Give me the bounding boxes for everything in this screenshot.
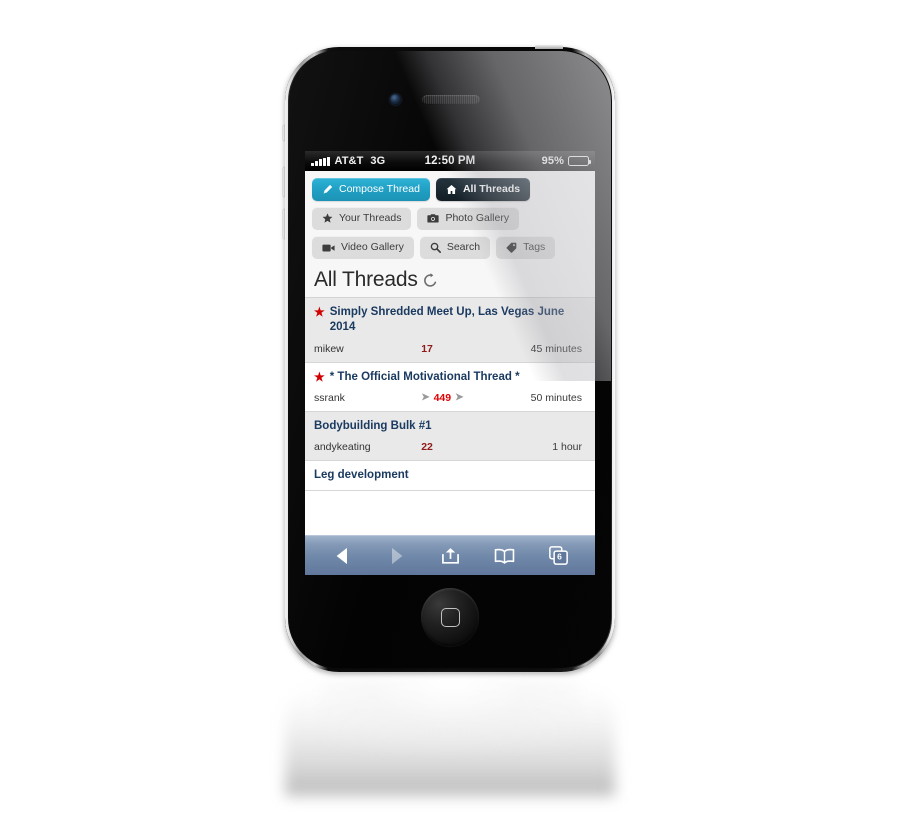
thread-title-row: ★ Simply Shredded Meet Up, Las Vegas Jun… xyxy=(314,305,586,336)
bookmarks-button[interactable] xyxy=(485,542,523,570)
video-camera-icon xyxy=(322,244,335,251)
safari-toolbar: 6 xyxy=(305,535,595,575)
thread-author: mikew xyxy=(314,342,344,355)
search-icon xyxy=(430,242,441,253)
star-icon: ★ xyxy=(314,305,325,319)
home-button[interactable] xyxy=(421,588,479,646)
all-threads-label: All Threads xyxy=(462,183,521,196)
video-gallery-label: Video Gallery xyxy=(341,241,404,254)
compose-thread-label: Compose Thread xyxy=(339,183,420,196)
web-page-content: Compose Thread All Threads Your Threads … xyxy=(305,171,595,575)
table-row[interactable]: Bodybuilding Bulk #1 andykeating 22 1 ho… xyxy=(305,411,595,462)
camera-icon xyxy=(427,214,440,223)
compose-thread-button[interactable]: Compose Thread xyxy=(312,178,430,201)
table-row[interactable]: ★ * The Official Motivational Thread * s… xyxy=(305,362,595,412)
thread-list: ★ Simply Shredded Meet Up, Las Vegas Jun… xyxy=(305,298,595,535)
thread-timestamp: 1 hour xyxy=(552,441,582,454)
table-row[interactable]: ★ Simply Shredded Meet Up, Las Vegas Jun… xyxy=(305,298,595,363)
screenshot-stage: AT&T 3G 12:50 PM 95% Compose Thread All … xyxy=(0,0,900,818)
earpiece-speaker xyxy=(422,95,480,105)
tags-label: Tags xyxy=(523,241,546,254)
nav-button-area: Compose Thread All Threads Your Threads … xyxy=(305,171,595,264)
front-camera xyxy=(390,94,401,105)
primary-button-row: Compose Thread All Threads xyxy=(312,178,588,201)
page-title: All Threads xyxy=(314,268,418,291)
thread-author: ssrank xyxy=(314,391,345,404)
star-icon: ★ xyxy=(314,369,325,384)
power-button[interactable] xyxy=(535,45,563,49)
thread-reply-count: ➤ 449 ➤ xyxy=(421,392,507,404)
thread-reply-count-value: 17 xyxy=(421,342,433,355)
thread-title-row: ★ * The Official Motivational Thread * xyxy=(314,370,586,385)
thread-title-row: Bodybuilding Bulk #1 xyxy=(314,419,586,434)
home-icon xyxy=(446,185,457,195)
your-threads-label: Your Threads xyxy=(339,212,402,225)
tabs-button[interactable]: 6 xyxy=(539,542,577,570)
thread-timestamp: 50 minutes xyxy=(530,391,582,404)
thread-title: Leg development xyxy=(314,469,409,482)
refresh-icon[interactable] xyxy=(423,272,438,288)
back-button[interactable] xyxy=(323,542,361,570)
pencil-icon xyxy=(323,184,333,194)
forward-icon xyxy=(391,547,402,564)
page-title-row: All Threads xyxy=(314,268,586,292)
thread-reply-count-value: 449 xyxy=(433,391,452,404)
video-gallery-button[interactable]: Video Gallery xyxy=(312,236,414,259)
photo-gallery-label: Photo Gallery xyxy=(445,212,510,225)
thread-meta-row: ssrank ➤ 449 ➤ 50 minutes xyxy=(314,392,586,404)
thread-title: Bodybuilding Bulk #1 xyxy=(314,419,432,432)
thread-author: andykeating xyxy=(314,441,371,454)
bookmarks-icon xyxy=(494,548,514,564)
page-next-arrow-icon[interactable]: ➤ xyxy=(455,392,463,403)
ios-status-bar: AT&T 3G 12:50 PM 95% xyxy=(305,151,595,171)
tabs-icon: 6 xyxy=(548,546,568,565)
battery-percent-label: 95% xyxy=(541,155,564,167)
battery-icon xyxy=(568,156,592,166)
photo-gallery-button[interactable]: Photo Gallery xyxy=(417,207,520,230)
thread-meta-row: mikew 17 45 minutes xyxy=(314,343,586,355)
search-label: Search xyxy=(446,241,481,254)
page-prev-arrow-icon[interactable]: ➤ xyxy=(421,392,429,403)
volume-up-button[interactable] xyxy=(283,167,287,197)
iphone-device: AT&T 3G 12:50 PM 95% Compose Thread All … xyxy=(283,45,615,672)
thread-meta-row: andykeating 22 1 hour xyxy=(314,441,586,453)
thread-title-row: Leg development xyxy=(314,468,586,483)
thread-title: * The Official Motivational Thread * xyxy=(329,370,520,383)
star-icon xyxy=(322,213,333,223)
phone-reflection-glow xyxy=(320,680,580,750)
thread-timestamp: 45 minutes xyxy=(530,342,582,355)
volume-down-button[interactable] xyxy=(283,209,287,239)
table-row[interactable]: Leg development xyxy=(305,461,595,492)
page-heading-area: All Threads xyxy=(305,264,595,298)
tab-count-label: 6 xyxy=(557,551,562,562)
thread-reply-count-value: 22 xyxy=(421,441,433,454)
secondary-button-row-1: Your Threads Photo Gallery xyxy=(312,207,588,230)
forward-button[interactable] xyxy=(377,542,415,570)
all-threads-button[interactable]: All Threads xyxy=(435,178,531,201)
silent-switch[interactable] xyxy=(283,125,287,141)
home-square-icon xyxy=(440,607,460,627)
phone-screen: AT&T 3G 12:50 PM 95% Compose Thread All … xyxy=(305,151,595,575)
thread-reply-count: 17 xyxy=(421,343,507,355)
status-bar-right: 95% xyxy=(541,155,592,167)
search-button[interactable]: Search xyxy=(419,236,491,259)
thread-title: Simply Shredded Meet Up, Las Vegas June … xyxy=(329,306,565,334)
tag-icon xyxy=(506,242,517,253)
secondary-button-row-2: Video Gallery Search Tags xyxy=(312,236,588,259)
thread-reply-count: 22 xyxy=(421,441,507,453)
share-button[interactable] xyxy=(431,542,469,570)
tags-button[interactable]: Tags xyxy=(496,236,556,259)
share-icon xyxy=(441,547,459,564)
your-threads-button[interactable]: Your Threads xyxy=(312,207,412,230)
back-icon xyxy=(336,547,347,564)
